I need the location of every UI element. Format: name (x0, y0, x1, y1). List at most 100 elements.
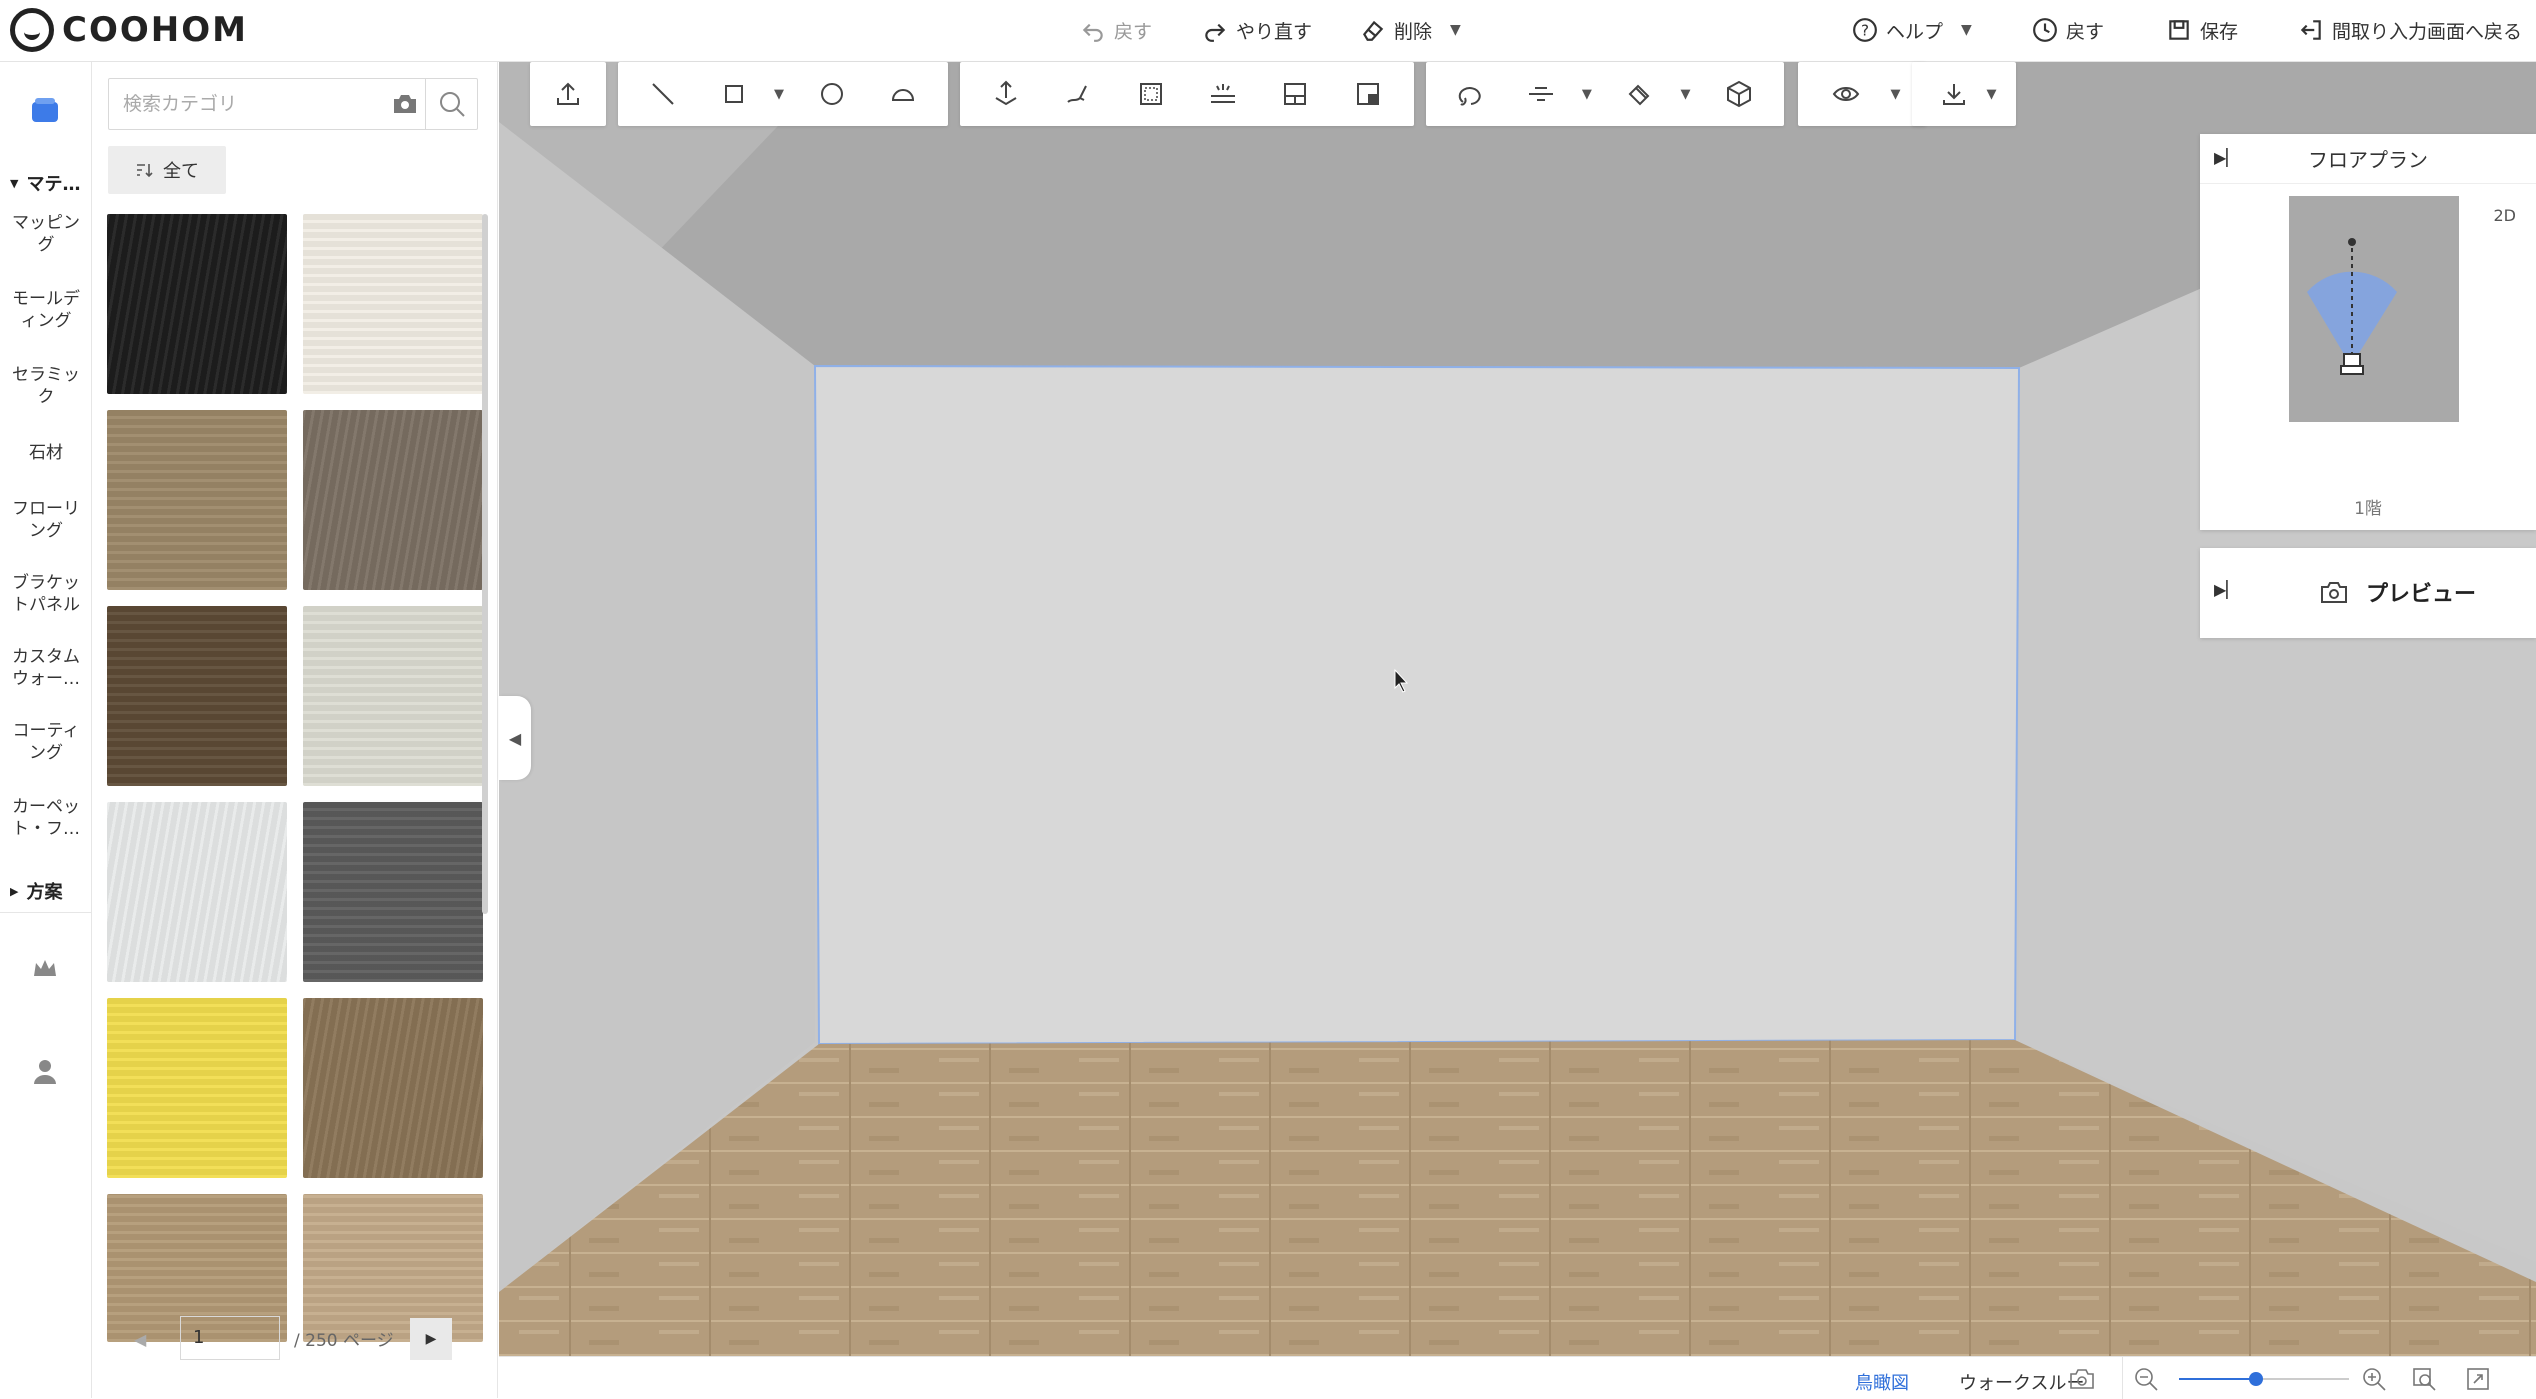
light-strip-icon (1211, 84, 1236, 103)
layout-tool[interactable] (1346, 72, 1390, 116)
view-mode-2d[interactable]: 2D (2494, 206, 2517, 225)
materials-icon[interactable] (28, 94, 62, 126)
rectangle-tool[interactable] (712, 72, 756, 116)
tab-walkthrough[interactable]: ウォークスルー (1959, 1369, 2084, 1395)
floorplan-header: ▶▏ フロアプラン (2200, 134, 2536, 184)
fullscreen-icon[interactable] (2465, 1366, 2491, 1392)
material-tile-cream-plaster[interactable] (303, 214, 483, 394)
line-tool[interactable] (641, 72, 685, 116)
filter-all-button[interactable]: 全て (108, 146, 226, 194)
material-tile-taupe-solid[interactable] (303, 410, 483, 590)
rail-item-bracket-panel[interactable]: ブラケッ トパネル (0, 572, 92, 616)
material-panel: 全て ◀ 1 / 250 ページ ▶ (92, 62, 498, 1398)
material-tile-grey-wood[interactable] (303, 802, 483, 982)
rail-item-ceramic[interactable]: セラミッ ク (0, 364, 92, 408)
app-logo[interactable]: COOHOM (10, 8, 248, 52)
visibility-tool[interactable] (1824, 72, 1868, 116)
back-to-floorplan-button[interactable]: 間取り入力画面へ戻る (2298, 14, 2522, 46)
next-page-button[interactable]: ▶ (410, 1318, 452, 1360)
undo-button[interactable]: 戻す (1080, 14, 1152, 46)
arc-icon (891, 89, 914, 101)
user-icon[interactable] (30, 1056, 60, 1086)
materials-section[interactable]: ▼ マテ… (0, 170, 92, 196)
model-tool[interactable] (1717, 72, 1761, 116)
rail-item-custom-wall[interactable]: カスタム ウォー… (0, 646, 92, 690)
toolgroup-view: ▼ (1798, 62, 1926, 126)
left-rail: ▼ マテ… マッピン グ モールデ ィング セラミッ ク 石材 フローリ ング … (0, 62, 92, 1398)
filter-all-label: 全て (163, 161, 199, 182)
tab-birdseye[interactable]: 鳥瞰図 (1855, 1369, 1909, 1395)
select-area-tool[interactable] (1129, 72, 1173, 116)
history-button[interactable]: 戻す (2032, 14, 2104, 46)
line-icon (652, 83, 674, 105)
align-icon (1529, 87, 1554, 101)
caret-down-icon: ▼ (10, 176, 19, 190)
crown-icon[interactable] (30, 954, 60, 984)
collapse-panel-button[interactable]: ◀ (499, 696, 531, 780)
chevron-down-icon[interactable]: ▼ (774, 87, 784, 102)
align-tool[interactable] (1519, 72, 1563, 116)
collapse-right-icon[interactable]: ▶▏ (2214, 580, 2239, 599)
preview-button[interactable]: プレビュー (2320, 576, 2476, 608)
circle-icon (821, 83, 844, 105)
search-button[interactable] (425, 79, 477, 129)
chevron-down-icon[interactable]: ▼ (1891, 87, 1901, 102)
camera-icon[interactable] (2069, 1366, 2095, 1392)
delete-button[interactable]: 削除 ▼ (1360, 14, 1461, 46)
zoom-fit-icon[interactable] (2411, 1366, 2437, 1392)
image-search-button[interactable] (385, 79, 425, 129)
scrollbar[interactable] (482, 214, 488, 914)
zoom-slider-handle[interactable] (2248, 1372, 2263, 1386)
bottom-bar: 鳥瞰図 ウォークスルー (499, 1356, 2536, 1399)
zoom-out-icon[interactable] (2133, 1366, 2159, 1392)
light-strip-tool[interactable] (1201, 72, 1245, 116)
page-number-input[interactable]: 1 (180, 1316, 280, 1360)
save-button[interactable]: 保存 (2166, 14, 2238, 46)
download-icon (1942, 84, 1965, 105)
bottom-divider (2122, 1357, 2123, 1399)
preview-panel: ▶▏ プレビュー (2200, 548, 2536, 638)
delete-label: 削除 (1394, 20, 1433, 43)
undo-icon (1082, 23, 1103, 42)
rail-item-stone[interactable]: 石材 (0, 442, 92, 464)
plans-section[interactable]: ▶ 方案 (0, 878, 92, 904)
toolgroup-upload (530, 62, 606, 126)
chevron-down-icon[interactable]: ▼ (1987, 87, 1997, 102)
undo-label: 戻す (1114, 20, 1153, 43)
zoom-in-icon[interactable] (2361, 1366, 2387, 1392)
floor-label[interactable]: 1階 (2200, 494, 2536, 519)
rail-item-carpet[interactable]: カーペッ ト・フ… (0, 796, 92, 840)
upload-tool[interactable] (546, 72, 590, 116)
rail-item-mapping[interactable]: マッピン グ (0, 212, 92, 256)
toolgroup-measure: ▼ ▼ (1426, 62, 1784, 126)
caret-right-icon: ▶ (10, 884, 19, 898)
material-tile-brown-granite[interactable] (303, 998, 483, 1178)
material-tile-pale-greige[interactable] (303, 606, 483, 786)
material-tile-oak-light[interactable] (107, 410, 287, 590)
zoom-slider[interactable] (2179, 1372, 2349, 1386)
material-tile-black-marble[interactable] (107, 214, 287, 394)
redo-button[interactable]: やり直す (1202, 14, 1312, 46)
search-input[interactable] (109, 79, 385, 129)
extrude-tool[interactable] (984, 72, 1028, 116)
brush-tool[interactable] (1056, 72, 1100, 116)
lasso-tool[interactable] (1449, 72, 1493, 116)
rail-item-molding[interactable]: モールデ ィング (0, 288, 92, 332)
paint-tool[interactable] (1618, 72, 1662, 116)
rail-item-coating[interactable]: コーティ ング (0, 720, 92, 764)
circle-tool[interactable] (810, 72, 854, 116)
sort-icon (137, 164, 153, 178)
rail-item-flooring[interactable]: フローリ ング (0, 498, 92, 542)
material-tile-white-marble[interactable] (107, 802, 287, 982)
download-tool[interactable] (1932, 72, 1976, 116)
material-tile-yellow-solid[interactable] (107, 998, 287, 1178)
chevron-down-icon[interactable]: ▼ (1582, 87, 1592, 102)
chevron-down-icon[interactable]: ▼ (1680, 87, 1690, 102)
floorplan-map[interactable] (2289, 196, 2459, 422)
prev-page-button[interactable]: ◀ (134, 1330, 146, 1349)
help-button[interactable]: ? ヘルプ ▼ (1852, 14, 1972, 46)
material-tile-walnut-brown[interactable] (107, 606, 287, 786)
arc-tool[interactable] (881, 72, 925, 116)
panel-tool[interactable] (1273, 72, 1317, 116)
clock-icon (2033, 18, 2057, 42)
